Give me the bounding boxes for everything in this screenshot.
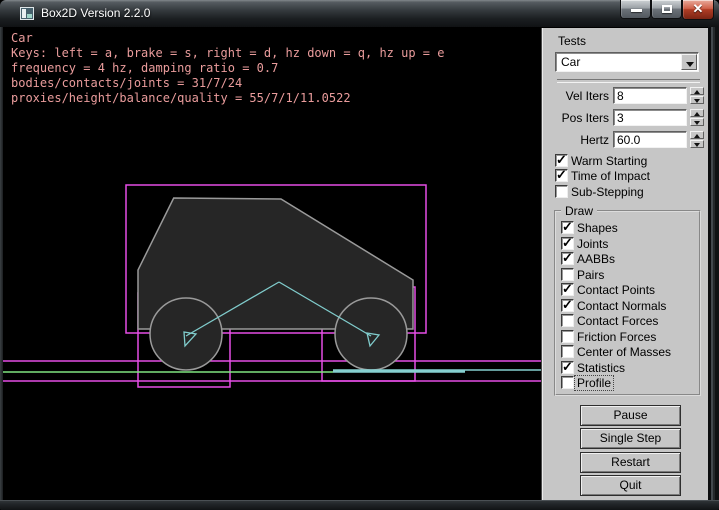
vel-iters-label: Vel Iters — [542, 89, 609, 103]
title-bar[interactable]: Box2D Version 2.2.0 ✕ — [0, 0, 719, 28]
pause-button[interactable]: Pause — [580, 405, 681, 426]
draw-group-label: Draw — [561, 204, 597, 218]
pos-iters-down-button[interactable] — [690, 118, 704, 126]
minimize-icon — [631, 9, 642, 12]
restart-button[interactable]: Restart — [580, 452, 681, 473]
checkbox-box[interactable]: ✓ — [561, 237, 574, 250]
statistics-text: CarKeys: left = a, brake = s, right = d,… — [11, 31, 444, 106]
info-line-proxies: proxies/height/balance/quality = 55/7/1/… — [11, 91, 444, 106]
checkbox-box[interactable]: ✓ — [555, 154, 568, 167]
check-icon: ✓ — [556, 167, 567, 183]
checkbox-box[interactable]: ✓ — [561, 252, 574, 265]
checkbox-label: Contact Normals — [577, 299, 666, 313]
checkbox-box[interactable]: ✓ — [561, 221, 574, 234]
checkbox-label: Contact Forces — [577, 314, 658, 328]
checkbox-label: Friction Forces — [577, 330, 656, 344]
checkbox-box[interactable]: ✓ — [561, 376, 574, 389]
vel-iters-row: Vel Iters — [542, 87, 709, 104]
hertz-input[interactable] — [613, 131, 687, 148]
quit-button[interactable]: Quit — [580, 475, 681, 496]
checkbox-label: Pairs — [577, 268, 604, 282]
info-line-bodies: bodies/contacts/joints = 31/7/24 — [11, 76, 444, 91]
arrow-up-icon — [694, 90, 700, 94]
pos-iters-stepper[interactable] — [690, 109, 704, 126]
tests-dropdown-button[interactable] — [681, 54, 697, 70]
separator — [557, 79, 700, 83]
checkbox-label: Profile — [575, 376, 613, 390]
hertz-row: Hertz — [542, 131, 709, 148]
arrow-down-icon — [694, 99, 700, 103]
maximize-icon — [662, 5, 672, 13]
check-icon: ✓ — [562, 281, 573, 297]
vel-iters-down-button[interactable] — [690, 96, 704, 104]
close-button[interactable]: ✕ — [682, 0, 714, 20]
arrow-down-icon — [694, 143, 700, 147]
check-icon: ✓ — [562, 235, 573, 251]
check-icon: ✓ — [556, 152, 567, 168]
checkbox-label: Statistics — [577, 361, 625, 375]
vel-iters-input[interactable] — [613, 87, 687, 104]
close-icon: ✕ — [683, 1, 713, 17]
car-wheel-left — [150, 298, 222, 370]
pos-iters-label: Pos Iters — [542, 111, 609, 125]
maximize-button[interactable] — [651, 0, 682, 19]
hertz-down-button[interactable] — [690, 140, 704, 148]
arrow-down-icon — [694, 121, 700, 125]
chevron-down-icon — [686, 62, 694, 67]
window-border-bottom — [0, 500, 719, 510]
pos-iters-input[interactable] — [613, 109, 687, 126]
checkbox-box[interactable]: ✓ — [555, 185, 568, 198]
checkbox-box[interactable]: ✓ — [561, 268, 574, 281]
hertz-stepper[interactable] — [690, 131, 704, 148]
checkbox-box[interactable]: ✓ — [561, 330, 574, 343]
checkbox-label: Warm Starting — [571, 154, 647, 168]
app-icon — [20, 7, 34, 20]
pos-iters-up-button[interactable] — [690, 109, 704, 117]
checkbox-label: Contact Points — [577, 283, 655, 297]
checkbox-box[interactable]: ✓ — [561, 345, 574, 358]
app-icon-pane — [22, 9, 26, 18]
checkbox-label: Center of Masses — [577, 345, 671, 359]
tests-dropdown-value: Car — [561, 55, 580, 69]
checkbox-box[interactable]: ✓ — [561, 361, 574, 374]
hertz-up-button[interactable] — [690, 131, 704, 139]
window-border-left — [0, 27, 3, 500]
checkbox-label: Sub-Stepping — [571, 185, 644, 199]
single-step-button[interactable]: Single Step — [580, 428, 681, 449]
app-icon-dot — [27, 14, 32, 18]
pos-iters-row: Pos Iters — [542, 109, 709, 126]
simulation-canvas[interactable]: CarKeys: left = a, brake = s, right = d,… — [3, 28, 541, 500]
window-title: Box2D Version 2.2.0 — [41, 0, 150, 27]
checkbox-box[interactable]: ✓ — [561, 314, 574, 327]
check-icon: ✓ — [562, 297, 573, 313]
checkbox-box[interactable]: ✓ — [555, 169, 568, 182]
info-line-frequency: frequency = 4 hz, damping ratio = 0.7 — [11, 61, 444, 76]
hertz-label: Hertz — [542, 133, 609, 147]
check-icon: ✓ — [562, 250, 573, 266]
checkbox-label: AABBs — [577, 252, 615, 266]
app-window: Box2D Version 2.2.0 ✕ — [0, 0, 719, 510]
arrow-up-icon — [694, 134, 700, 138]
vel-iters-stepper[interactable] — [690, 87, 704, 104]
arrow-up-icon — [694, 112, 700, 116]
checkbox-label: Time of Impact — [571, 169, 650, 183]
control-panel: Tests Car Vel Iters Pos Iters — [541, 28, 708, 500]
checkbox-box[interactable]: ✓ — [561, 283, 574, 296]
checkbox-label: Shapes — [577, 221, 618, 235]
window-border-right — [708, 27, 719, 500]
checkbox-label: Joints — [577, 237, 608, 251]
tests-dropdown[interactable]: Car — [555, 52, 699, 72]
info-line-keys: Keys: left = a, brake = s, right = d, hz… — [11, 46, 444, 61]
minimize-button[interactable] — [620, 0, 651, 19]
check-icon: ✓ — [562, 219, 573, 235]
info-line-title: Car — [11, 31, 444, 46]
tests-label: Tests — [558, 34, 586, 48]
vel-iters-up-button[interactable] — [690, 87, 704, 95]
check-icon: ✓ — [562, 359, 573, 375]
checkbox-box[interactable]: ✓ — [561, 299, 574, 312]
